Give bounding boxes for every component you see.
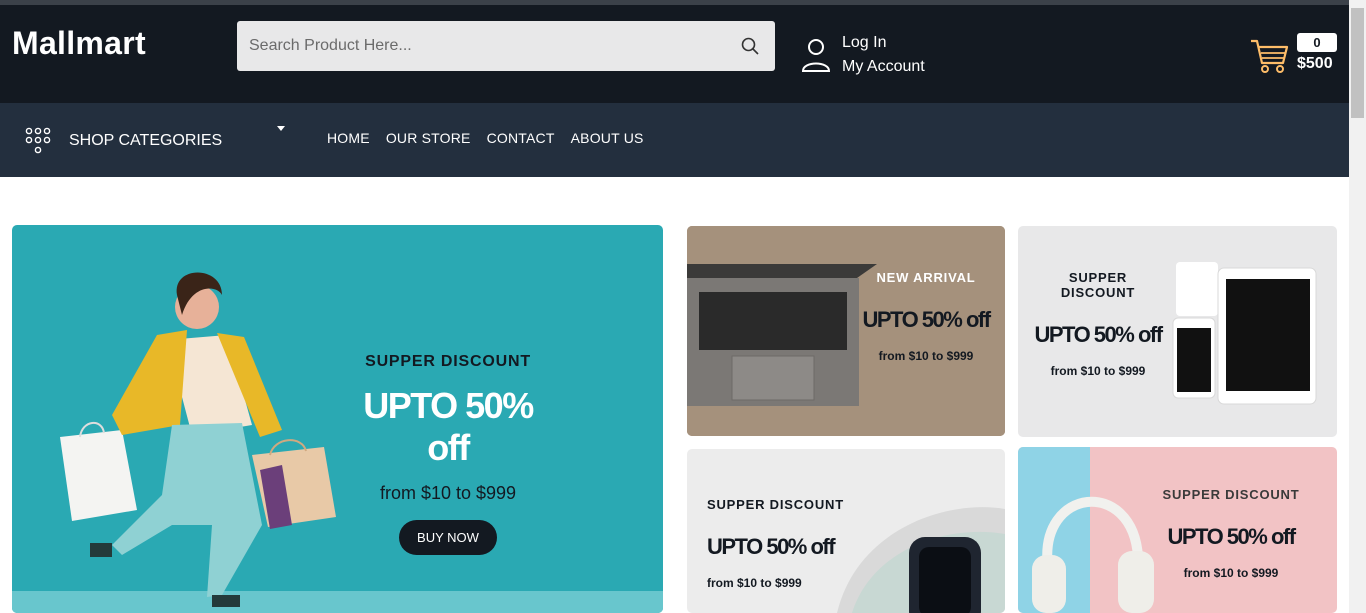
banner-3-eyebrow: SUPPER DISCOUNT (707, 497, 844, 512)
search-bar (237, 21, 775, 71)
my-account-label: My Account (842, 58, 925, 75)
banner-new-arrival[interactable]: NEW ARRIVAL UPTO 50% off from $10 to $99… (687, 226, 1005, 436)
shop-categories-label: SHOP CATEGORIES (69, 132, 223, 149)
banner-3-headline: UPTO 50% off (707, 534, 836, 559)
main-banner-eyebrow: SUPPER DISCOUNT (365, 353, 531, 370)
cart-button[interactable]: 0 $500 (1250, 33, 1340, 77)
login-label: Log In (842, 34, 887, 51)
main-banner-headline: UPTO 50% off (363, 385, 534, 468)
nav-link-contact[interactable]: CONTACT (487, 130, 555, 146)
nav-links: HOME OUR STORE CONTACT ABOUT US (327, 130, 644, 146)
nav-link-our-store[interactable]: OUR STORE (386, 130, 471, 146)
banner-tablet-discount[interactable]: SUPPER DISCOUNT UPTO 50% off from $10 to… (1018, 226, 1337, 437)
cart-count-badge: 0 (1297, 33, 1337, 52)
banner-4-subtitle: from $10 to $999 (1183, 566, 1279, 580)
account-link[interactable]: Log In My Account (800, 31, 925, 79)
banner-2-subtitle: from $10 to $999 (1050, 364, 1146, 378)
cart-total: $500 (1297, 55, 1333, 72)
main-navbar: SHOP CATEGORIES HOME OUR STORE CONTACT A… (0, 103, 1349, 177)
nav-link-about-us[interactable]: ABOUT US (571, 130, 644, 146)
banner-headphones-discount[interactable]: SUPPER DISCOUNT UPTO 50% off from $10 to… (1018, 447, 1337, 613)
nav-link-home[interactable]: HOME (327, 130, 370, 146)
site-header: Mallmart Log In My Account 0 $500 (0, 5, 1349, 103)
search-icon (741, 37, 759, 55)
search-button[interactable] (725, 21, 775, 71)
buy-now-button[interactable]: BUY NOW (399, 520, 497, 555)
banner-1-subtitle: from $10 to $999 (878, 349, 974, 363)
banner-2-headline: UPTO 50% off (1034, 322, 1163, 347)
main-banner-subtitle: from $10 to $999 (379, 483, 517, 503)
cart-icon (1251, 39, 1289, 73)
banner-2-eyebrow: SUPPER DISCOUNT (1060, 270, 1136, 300)
banner-3-subtitle: from $10 to $999 (707, 576, 802, 590)
caret-down-icon (277, 126, 285, 131)
banner-1-eyebrow: NEW ARRIVAL (876, 270, 976, 285)
banner-4-eyebrow: SUPPER DISCOUNT (1162, 487, 1300, 502)
page-scrollbar[interactable] (1349, 0, 1366, 613)
site-logo[interactable]: Mallmart (12, 25, 146, 62)
user-icon (801, 39, 831, 72)
scrollbar-thumb[interactable] (1351, 8, 1364, 118)
shopping-woman-image (12, 272, 663, 613)
search-input[interactable] (237, 21, 725, 71)
grid-dots-icon (25, 127, 51, 154)
main-banner[interactable]: SUPPER DISCOUNT UPTO 50% off from $10 to… (12, 225, 663, 613)
banner-1-headline: UPTO 50% off (862, 307, 991, 332)
banner-watch-discount[interactable]: SUPPER DISCOUNT UPTO 50% off from $10 to… (687, 449, 1005, 613)
shop-categories-dropdown[interactable]: SHOP CATEGORIES (24, 125, 294, 157)
banner-4-headline: UPTO 50% off (1167, 524, 1296, 549)
